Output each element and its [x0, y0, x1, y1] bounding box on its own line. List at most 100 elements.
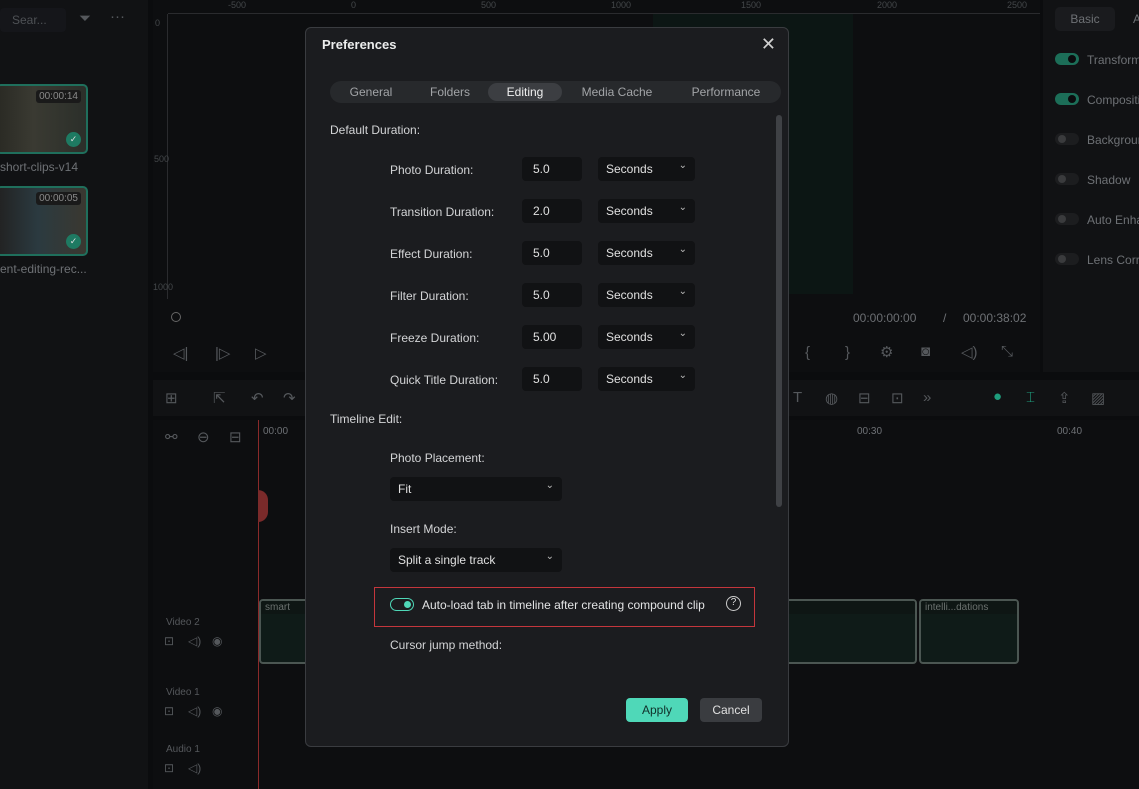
filter-duration-label: Filter Duration: — [390, 289, 469, 303]
split-icon[interactable]: ⌶ — [1026, 389, 1035, 406]
mark-out-icon[interactable]: } — [845, 344, 850, 361]
filter-icon[interactable]: ⏷ — [79, 10, 91, 27]
cursor-jump-label: Cursor jump method: — [390, 638, 503, 652]
ai-assistant-icon[interactable]: ● — [993, 388, 1002, 405]
tab-folders[interactable]: Folders — [412, 83, 488, 101]
transform-label: Transform — [1087, 53, 1139, 67]
insert-mode-select[interactable]: Split a single track ⌄ — [390, 548, 562, 572]
tab-general[interactable]: General — [330, 83, 412, 101]
settings-icon[interactable]: ⚙ — [880, 343, 893, 361]
unit-value: Seconds — [606, 288, 653, 302]
volume-icon[interactable]: ◁) — [188, 704, 201, 718]
unit-value: Seconds — [606, 246, 653, 260]
duration: 00:00:14 — [36, 90, 81, 103]
insert-mode-label: Insert Mode: — [390, 522, 457, 536]
transition-duration-unit-select[interactable]: Seconds ⌄ — [598, 199, 695, 223]
check-icon: ✓ — [66, 132, 81, 147]
volume-icon[interactable]: ◁) — [188, 761, 201, 775]
lens-correction-label: Lens Correction — [1087, 253, 1139, 267]
unit-value: Seconds — [606, 204, 653, 218]
photo-duration-unit-select[interactable]: Seconds ⌄ — [598, 157, 695, 181]
track-label: Video 1 — [166, 687, 200, 698]
timeline-clip[interactable]: intelli...dations — [919, 599, 1019, 664]
quick-title-duration-unit-select[interactable]: Seconds ⌄ — [598, 367, 695, 391]
lock-icon[interactable]: ⊡ — [164, 634, 174, 648]
media-item[interactable]: 00:00:14 ✓ — [0, 84, 88, 154]
tab-advanced[interactable]: A — [1133, 12, 1139, 26]
fullscreen-icon[interactable]: ⤡ — [1001, 343, 1013, 360]
close-icon[interactable]: ✕ — [761, 34, 776, 55]
autoload-label: Auto-load tab in timeline after creating… — [422, 598, 705, 612]
more-icon[interactable]: ··· — [110, 8, 125, 25]
playhead-marker[interactable] — [258, 490, 268, 522]
scrollbar[interactable] — [776, 115, 782, 507]
export-icon[interactable]: ⇪ — [1058, 389, 1071, 407]
more-tools-icon[interactable]: » — [923, 389, 931, 406]
tick: 00:40 — [1057, 426, 1083, 437]
volume-icon[interactable]: ◁) — [188, 634, 201, 648]
effect-duration-label: Effect Duration: — [390, 247, 473, 261]
select-tool-icon[interactable]: ⇱ — [213, 389, 226, 407]
chevron-down-icon: ⌄ — [545, 480, 554, 491]
next-frame-icon[interactable]: |▷ — [215, 344, 230, 362]
unit-value: Seconds — [606, 372, 653, 386]
layout-icon[interactable]: ⊞ — [165, 389, 178, 407]
transition-duration-input[interactable]: 2.0 — [522, 199, 582, 223]
undo-icon[interactable]: ↶ — [251, 389, 264, 407]
cancel-button[interactable]: Cancel — [700, 698, 762, 722]
filter-duration-unit-select[interactable]: Seconds ⌄ — [598, 283, 695, 307]
align-icon[interactable]: ⊟ — [858, 389, 871, 407]
chevron-down-icon: ⌄ — [678, 370, 687, 381]
filter-duration-input[interactable]: 5.0 — [522, 283, 582, 307]
tts-icon[interactable]: ⊡ — [891, 389, 904, 407]
mark-in-icon[interactable]: { — [805, 344, 810, 361]
tab-basic[interactable]: Basic — [1055, 7, 1115, 31]
tab-editing[interactable]: Editing — [488, 83, 562, 101]
redo-icon[interactable]: ↷ — [283, 389, 296, 407]
tick: 00:30 — [857, 426, 883, 437]
shadow-toggle[interactable] — [1055, 173, 1079, 185]
transform-toggle[interactable] — [1055, 53, 1079, 65]
scrubber[interactable] — [171, 312, 181, 322]
time-separator: / — [943, 311, 947, 325]
compositing-toggle[interactable] — [1055, 93, 1079, 105]
eye-icon[interactable]: ◉ — [212, 704, 222, 718]
lock-icon[interactable]: ⊡ — [164, 761, 174, 775]
unit-value: Seconds — [606, 330, 653, 344]
ruler-label: 500 — [481, 0, 497, 10]
lock-icon[interactable]: ⊡ — [164, 704, 174, 718]
volume-icon[interactable]: ◁) — [961, 343, 978, 361]
photo-placement-select[interactable]: Fit ⌄ — [390, 477, 562, 501]
help-icon[interactable]: ? — [726, 596, 741, 611]
freeze-duration-unit-select[interactable]: Seconds ⌄ — [598, 325, 695, 349]
lens-correction-toggle[interactable] — [1055, 253, 1079, 265]
image-icon[interactable]: ▨ — [1091, 389, 1105, 407]
effect-duration-input[interactable]: 5.0 — [522, 241, 582, 265]
snapshot-icon[interactable]: ◙ — [921, 343, 930, 360]
play-icon[interactable]: ▷ — [255, 344, 267, 362]
freeze-duration-input[interactable]: 5.00 — [522, 325, 582, 349]
apply-button[interactable]: Apply — [626, 698, 688, 722]
media-item[interactable]: 00:00:05 ✓ — [0, 186, 88, 256]
chevron-down-icon: ⌄ — [678, 244, 687, 255]
preferences-dialog: Preferences ✕ General Folders Editing Me… — [305, 27, 789, 747]
background-toggle[interactable] — [1055, 133, 1079, 145]
effect-duration-unit-select[interactable]: Seconds ⌄ — [598, 241, 695, 265]
quick-title-duration-input[interactable]: 5.0 — [522, 367, 582, 391]
group-icon[interactable]: ⊟ — [229, 428, 242, 446]
link-icon[interactable]: ⊖ — [197, 428, 210, 446]
prev-frame-icon[interactable]: ◁| — [173, 344, 188, 362]
autoload-toggle[interactable] — [390, 598, 414, 611]
compositing-label: Compositing — [1087, 93, 1139, 107]
photo-duration-input[interactable]: 5.0 — [522, 157, 582, 181]
background-label: Background — [1087, 133, 1139, 147]
tab-media-cache[interactable]: Media Cache — [562, 83, 672, 101]
eye-icon[interactable]: ◉ — [212, 634, 222, 648]
ai-text-icon[interactable]: T — [793, 389, 802, 406]
quick-title-duration-label: Quick Title Duration: — [390, 373, 499, 387]
audio-icon[interactable]: ◍ — [825, 389, 838, 407]
auto-enhance-toggle[interactable] — [1055, 213, 1079, 225]
tab-performance[interactable]: Performance — [672, 83, 780, 101]
unlink-icon[interactable]: ⚯ — [165, 428, 178, 446]
search-input[interactable]: Sear... — [0, 8, 66, 32]
